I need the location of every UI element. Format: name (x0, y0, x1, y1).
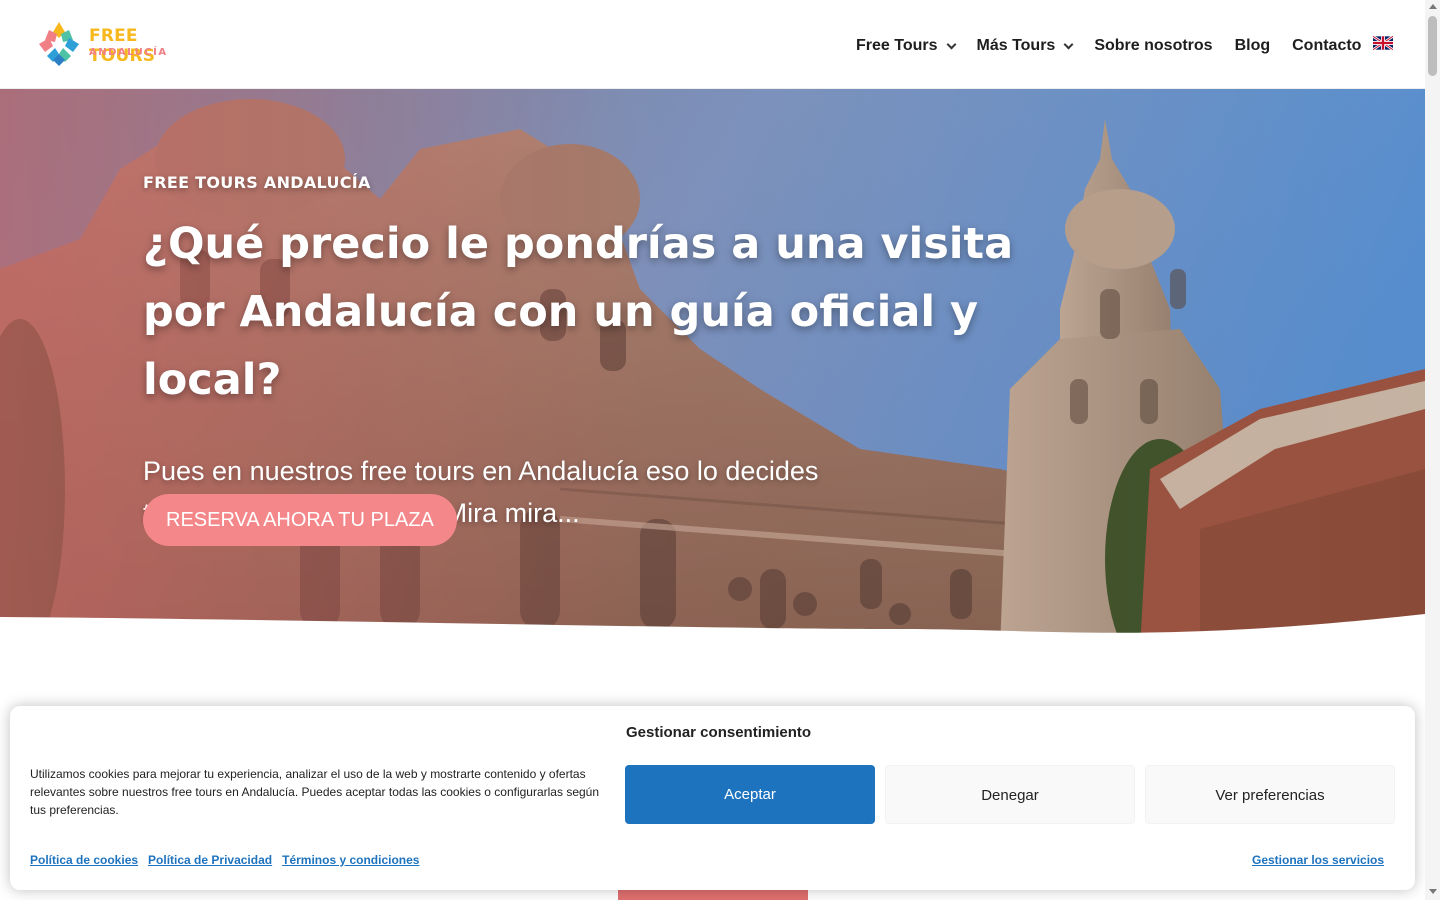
accept-cookies-button[interactable]: Aceptar (625, 765, 875, 824)
chevron-down-icon (946, 39, 956, 49)
terms-link[interactable]: Términos y condiciones (282, 853, 419, 867)
view-preferences-button[interactable]: Ver preferencias (1145, 765, 1395, 824)
cookie-consent-banner: Gestionar consentimiento Utilizamos cook… (10, 706, 1415, 890)
nav-item-blog[interactable]: Blog (1235, 37, 1271, 55)
nav-item-label: Contacto (1292, 37, 1362, 54)
hero-content: FREE TOURS ANDALUCÍA ¿Qué precio le pond… (143, 173, 1023, 534)
site-header: FREE TOURS ANDALUCÍA Free Tours Más Tour… (0, 0, 1425, 89)
hero-title: ¿Qué precio le pondrías a una visita por… (143, 219, 1014, 405)
nav-item-label: Más Tours (976, 37, 1056, 54)
content-peek-bar (618, 890, 808, 900)
chevron-down-icon (1063, 39, 1074, 49)
main-nav: Free Tours Más Tours Sobre nosotros Blog… (856, 34, 1383, 58)
cookie-policy-links: Política de cookies Política de Privacid… (30, 853, 429, 867)
nav-item-label: Sobre nosotros (1094, 37, 1213, 54)
logo-text-sub: ANDALUCÍA (89, 47, 168, 58)
logo-text-main: FREE TOURS (89, 26, 156, 66)
scroll-up-arrow-icon[interactable] (1429, 4, 1437, 9)
cookie-text: Utilizamos cookies para mejorar tu exper… (30, 767, 600, 817)
nav-item-label: Blog (1234, 37, 1271, 54)
hero-wave-divider (0, 614, 1425, 649)
nav-item-sobre-nosotros[interactable]: Sobre nosotros (1094, 37, 1212, 55)
nav-item-mas-tours[interactable]: Más Tours (976, 37, 1074, 55)
site-logo[interactable]: FREE TOURS ANDALUCÍA (35, 20, 210, 70)
page: FREE TOURS ANDALUCÍA Free Tours Más Tour… (0, 0, 1440, 900)
hero-section: FREE TOURS ANDALUCÍA ¿Qué precio le pond… (0, 89, 1425, 649)
scroll-down-arrow-icon[interactable] (1429, 889, 1437, 894)
privacy-policy-link[interactable]: Política de Privacidad (148, 853, 272, 867)
manage-services-link[interactable]: Gestionar los servicios (1252, 853, 1384, 867)
book-now-button[interactable]: RESERVA AHORA TU PLAZA (143, 494, 457, 546)
page-scrollbar[interactable] (1425, 0, 1440, 900)
uk-flag-icon[interactable] (1373, 36, 1393, 50)
hero-eyebrow: FREE TOURS ANDALUCÍA (143, 173, 371, 192)
nav-item-free-tours[interactable]: Free Tours (856, 37, 956, 55)
nav-item-contacto[interactable]: Contacto (1292, 37, 1361, 55)
nav-item-label: Free Tours (856, 37, 938, 54)
logo-mark-icon (39, 22, 79, 66)
deny-cookies-button[interactable]: Denegar (885, 765, 1135, 824)
scrollbar-thumb[interactable] (1428, 16, 1437, 76)
cookie-policy-link[interactable]: Política de cookies (30, 853, 138, 867)
cookie-title: Gestionar consentimiento (626, 724, 812, 741)
